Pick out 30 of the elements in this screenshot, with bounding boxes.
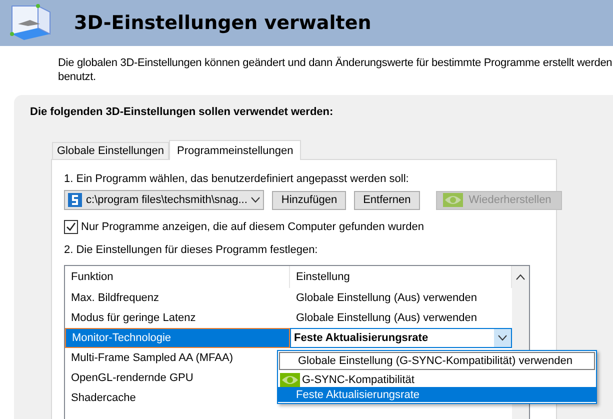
tab[interactable]: Globale Einstellungen xyxy=(52,142,170,159)
panel-heading: Die folgenden 3D-Einstellungen sollen verwendet werden: xyxy=(30,106,334,118)
setting-cell-text: Globale Einstellung (Aus) verwenden xyxy=(295,291,478,306)
page-title: 3D-Einstellungen verwalten xyxy=(74,12,372,34)
eye-logo-icon xyxy=(442,193,463,207)
action-button[interactable]: Entfernen xyxy=(354,190,420,210)
step-label: 2. Die Einstellungen für dieses Programm festlegen: xyxy=(64,244,319,256)
tab[interactable]: Programmeinstellungen xyxy=(169,140,302,160)
checkbox-label: Nur Programme anzeigen, die auf diesem Computer gefunden wurden xyxy=(81,221,424,233)
column-header[interactable]: Funktion xyxy=(65,266,290,288)
eye-logo-icon xyxy=(280,372,300,386)
scroll-up-icon[interactable] xyxy=(516,274,525,280)
step-label: 1. Ein Programm wählen, das benutzerdefiniert angepasst werden soll: xyxy=(64,173,410,185)
function-cell[interactable]: Modus für geringe Latenz xyxy=(65,308,290,328)
function-cell[interactable]: Monitor-Technologie xyxy=(65,328,290,348)
caret-icon xyxy=(498,335,507,341)
checkbox[interactable] xyxy=(64,220,78,234)
description-text: Die globalen 3D-Einstellungen können geändert und dann Änderungswerte für bestimmte Programme erstellt werden. xyxy=(58,56,613,70)
function-cell[interactable]: Max. Bildfrequenz xyxy=(65,288,290,308)
dropdown-option[interactable]: Feste Aktualisierungsrate xyxy=(278,387,596,402)
action-button[interactable]: Hinzufügen xyxy=(272,190,346,210)
program-dropdown[interactable]: c:\program files\techsmith\snag... xyxy=(64,190,264,210)
program-icon xyxy=(68,193,82,207)
setting-dropdown[interactable]: Feste Aktualisierungsrate xyxy=(290,328,512,348)
caret-icon xyxy=(251,197,260,203)
description-text: benutzt. xyxy=(58,70,97,84)
program-path: c:\program files\techsmith\snag... xyxy=(86,194,248,206)
setting-cell-text: Globale Einstellung (Aus) verwenden xyxy=(295,311,478,326)
dropdown-option[interactable]: Globale Einstellung (G-SYNC-Kompatibilität) verwenden xyxy=(279,352,595,370)
dropdown-option[interactable]: G-SYNC-Kompatibilität xyxy=(278,372,596,387)
